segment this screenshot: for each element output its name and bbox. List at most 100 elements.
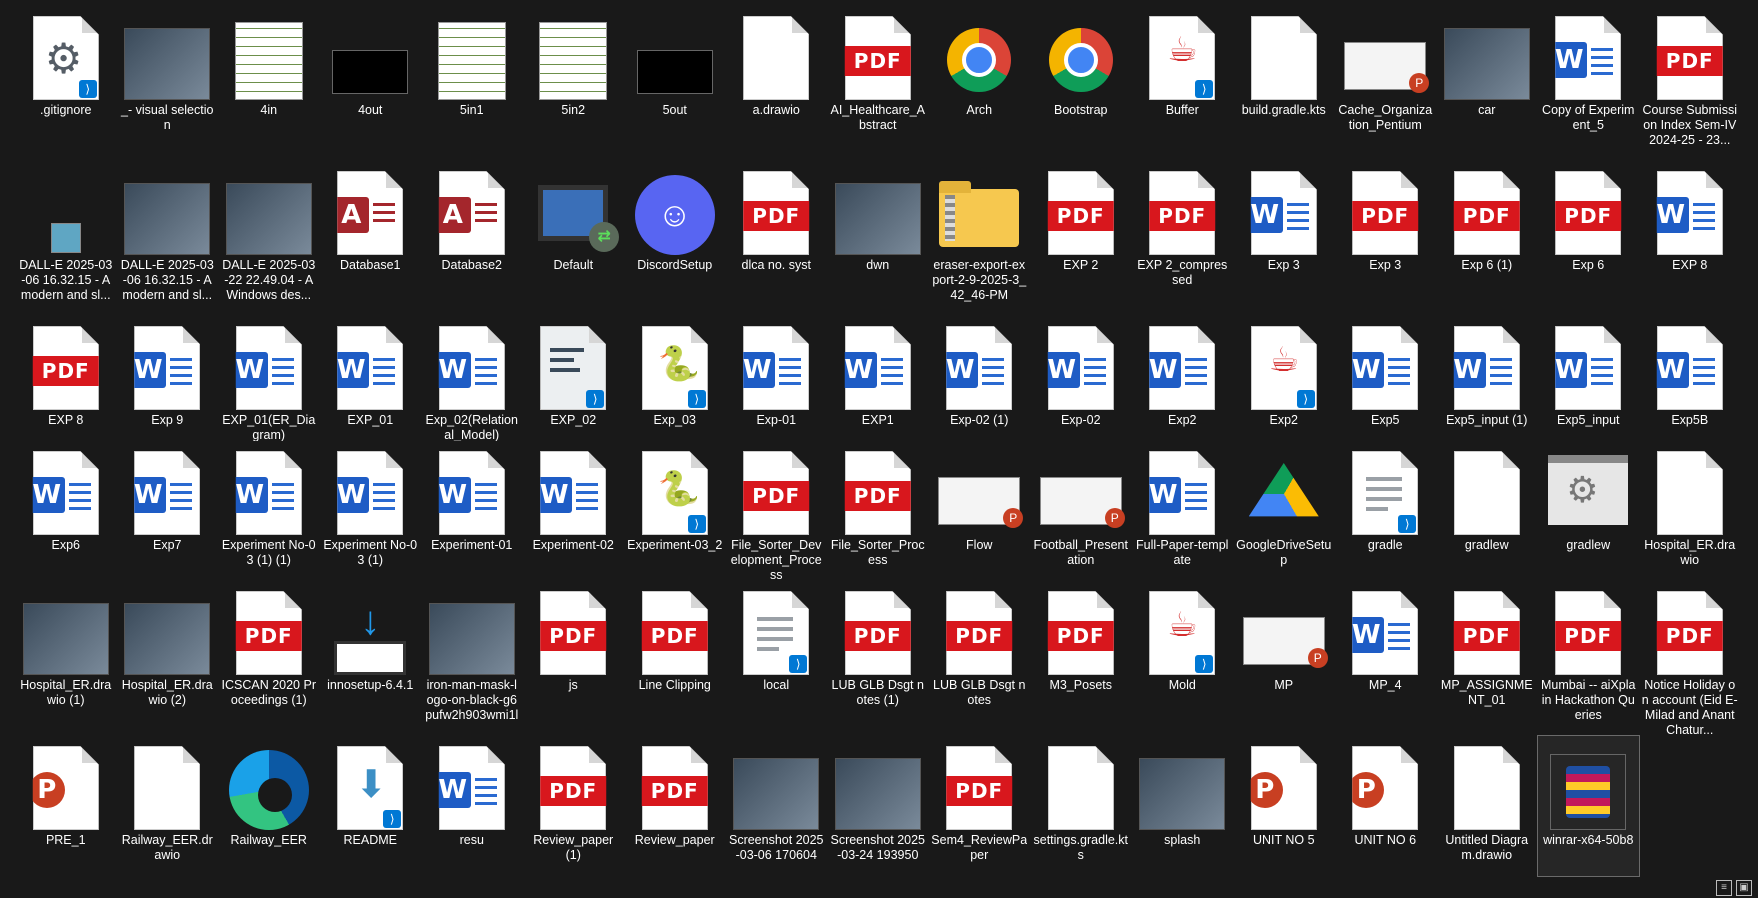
file-item[interactable]: PDF Mumbai -- aiXplain Hackathon Queries — [1538, 581, 1640, 736]
file-item[interactable]: PDF File_Sorter_Process — [827, 441, 929, 581]
file-item[interactable]: PDF Course Submission Index Sem-IV 2024-2… — [1639, 6, 1741, 161]
file-item[interactable]: PDF EXP 8 — [15, 316, 117, 441]
file-item[interactable]: W Exp5 — [1335, 316, 1437, 441]
file-item[interactable]: dwn — [827, 161, 929, 316]
file-item[interactable]: PDF EXP 2_compressed — [1132, 161, 1234, 316]
file-item[interactable]: W Exp-01 — [726, 316, 828, 441]
details-view-icon[interactable]: ≡ — [1716, 880, 1732, 896]
file-item[interactable]: ⟩ local — [726, 581, 828, 736]
file-item[interactable]: W Experiment No-03 (1) (1) — [218, 441, 320, 581]
file-item[interactable]: PDF Notice Holiday on account (Eid E- Mil… — [1639, 581, 1741, 736]
file-item[interactable]: Hospital_ER.drawio — [1639, 441, 1741, 581]
file-item[interactable]: PDF js — [523, 581, 625, 736]
file-item[interactable]: W Exp 9 — [117, 316, 219, 441]
file-item[interactable]: PDF MP_ASSIGNMENT_01 — [1436, 581, 1538, 736]
file-item[interactable]: DALL-E 2025-03-06 16.32.15 - A modern an… — [117, 161, 219, 316]
file-item[interactable]: PDF Exp 6 (1) — [1436, 161, 1538, 316]
file-item[interactable]: Untitled Diagram.drawio — [1436, 736, 1538, 876]
file-item[interactable]: DALL-E 2025-03-22 22.49.04 - A Windows d… — [218, 161, 320, 316]
file-item[interactable]: Bootstrap — [1030, 6, 1132, 161]
file-item[interactable]: W Exp-02 — [1030, 316, 1132, 441]
file-item[interactable]: PDF LUB GLB Dsgt notes — [929, 581, 1031, 736]
file-item[interactable]: A Database2 — [421, 161, 523, 316]
file-item[interactable]: PDF Sem4_ReviewPaper — [929, 736, 1031, 876]
file-item[interactable]: ☕ ⟩ Mold — [1132, 581, 1234, 736]
file-item[interactable]: 5out — [624, 6, 726, 161]
file-item[interactable]: W Experiment-02 — [523, 441, 625, 581]
file-item[interactable]: A Database1 — [320, 161, 422, 316]
file-item[interactable]: ⟩ EXP_02 — [523, 316, 625, 441]
file-item[interactable]: P Cache_Organization_Pentium — [1335, 6, 1437, 161]
file-item[interactable]: ☕ ⟩ Buffer — [1132, 6, 1234, 161]
file-item[interactable]: PDF Review_paper — [624, 736, 726, 876]
file-item[interactable]: W Exp6 — [15, 441, 117, 581]
file-item[interactable]: PDF M3_Posets — [1030, 581, 1132, 736]
file-item[interactable]: PDF ICSCAN 2020 Proceedings (1) — [218, 581, 320, 736]
file-item[interactable]: PDF AI_Healthcare_Abstract — [827, 6, 929, 161]
file-item[interactable]: P UNIT NO 5 — [1233, 736, 1335, 876]
file-item[interactable]: splash — [1132, 736, 1234, 876]
file-item[interactable]: 🐍 ⟩ Exp_03 — [624, 316, 726, 441]
file-item[interactable]: W Exp_02(Relational_Model) — [421, 316, 523, 441]
file-item[interactable]: P UNIT NO 6 — [1335, 736, 1437, 876]
file-item[interactable]: car — [1436, 6, 1538, 161]
file-item[interactable]: W Experiment No-03 (1) — [320, 441, 422, 581]
file-item[interactable]: W Experiment-01 — [421, 441, 523, 581]
file-item[interactable]: Hospital_ER.drawio (2) — [117, 581, 219, 736]
file-item[interactable]: gradlew — [1436, 441, 1538, 581]
file-item[interactable]: winrar-x64-50b8 — [1536, 735, 1640, 877]
file-item[interactable]: ☺ DiscordSetup — [624, 161, 726, 316]
file-item[interactable]: ⇄ Default — [523, 161, 625, 316]
file-item[interactable]: 5in1 — [421, 6, 523, 161]
file-item[interactable]: settings.gradle.kts — [1030, 736, 1132, 876]
file-item[interactable]: build.gradle.kts — [1233, 6, 1335, 161]
file-item[interactable]: W MP_4 — [1335, 581, 1437, 736]
file-item[interactable]: 4in — [218, 6, 320, 161]
file-item[interactable]: DALL-E 2025-03-06 16.32.15 - A modern an… — [15, 161, 117, 316]
file-item[interactable]: _- visual selection — [117, 6, 219, 161]
file-item[interactable]: PDF Review_paper (1) — [523, 736, 625, 876]
file-item[interactable]: P Flow — [929, 441, 1031, 581]
file-item[interactable]: W Exp5_input — [1538, 316, 1640, 441]
file-item[interactable]: Screenshot 2025-03-24 193950 — [827, 736, 929, 876]
file-item[interactable]: PDF File_Sorter_Development_Process — [726, 441, 828, 581]
file-item[interactable]: PDF Exp 3 — [1335, 161, 1437, 316]
file-item[interactable]: Railway_EER — [218, 736, 320, 876]
file-item[interactable]: PDF dlca no. syst — [726, 161, 828, 316]
file-item[interactable]: ⚙ ⟩ .gitignore — [15, 6, 117, 161]
file-item[interactable]: ⚙ gradlew — [1538, 441, 1640, 581]
file-item[interactable]: Hospital_ER.drawio (1) — [15, 581, 117, 736]
file-item[interactable]: PDF EXP 2 — [1030, 161, 1132, 316]
file-item[interactable]: ☕ ⟩ Exp2 — [1233, 316, 1335, 441]
file-item[interactable]: W Exp2 — [1132, 316, 1234, 441]
file-item[interactable]: a.drawio — [726, 6, 828, 161]
file-item[interactable]: P PRE_1 — [15, 736, 117, 876]
file-item[interactable]: W Copy of Experiment_5 — [1538, 6, 1640, 161]
file-item[interactable]: W Full-Paper-template — [1132, 441, 1234, 581]
file-item[interactable]: W EXP 8 — [1639, 161, 1741, 316]
large-icons-view-icon[interactable]: ▣ — [1736, 880, 1752, 896]
file-item[interactable]: W Exp 3 — [1233, 161, 1335, 316]
file-item[interactable]: eraser-export-export-2-9-2025-3_42_46-PM — [929, 161, 1031, 316]
file-item[interactable]: P Football_Presentation — [1030, 441, 1132, 581]
file-item[interactable]: W Exp5B — [1639, 316, 1741, 441]
file-item[interactable]: 🐍 ⟩ Experiment-03_2 — [624, 441, 726, 581]
file-item[interactable]: PDF LUB GLB Dsgt notes (1) — [827, 581, 929, 736]
file-item[interactable]: ⬇ ⟩ README — [320, 736, 422, 876]
file-item[interactable]: Screenshot 2025-03-06 170604 — [726, 736, 828, 876]
file-item[interactable]: W Exp5_input (1) — [1436, 316, 1538, 441]
file-item[interactable]: iron-man-mask-logo-on-black-g6pufw2h903w… — [421, 581, 523, 736]
file-item[interactable]: W EXP_01(ER_Diagram) — [218, 316, 320, 441]
file-item[interactable]: GoogleDriveSetup — [1233, 441, 1335, 581]
file-item[interactable]: Wresu — [421, 736, 523, 876]
file-item[interactable]: Arch — [929, 6, 1031, 161]
file-item[interactable]: ↓ innosetup-6.4.1 — [320, 581, 422, 736]
file-item[interactable]: PDF Line Clipping — [624, 581, 726, 736]
file-item[interactable]: 5in2 — [523, 6, 625, 161]
file-item[interactable]: W EXP1 — [827, 316, 929, 441]
file-item[interactable]: W Exp-02 (1) — [929, 316, 1031, 441]
file-item[interactable]: W Exp7 — [117, 441, 219, 581]
file-item[interactable]: W EXP_01 — [320, 316, 422, 441]
file-item[interactable]: Railway_EER.drawio — [117, 736, 219, 876]
file-item[interactable]: 4out — [320, 6, 422, 161]
